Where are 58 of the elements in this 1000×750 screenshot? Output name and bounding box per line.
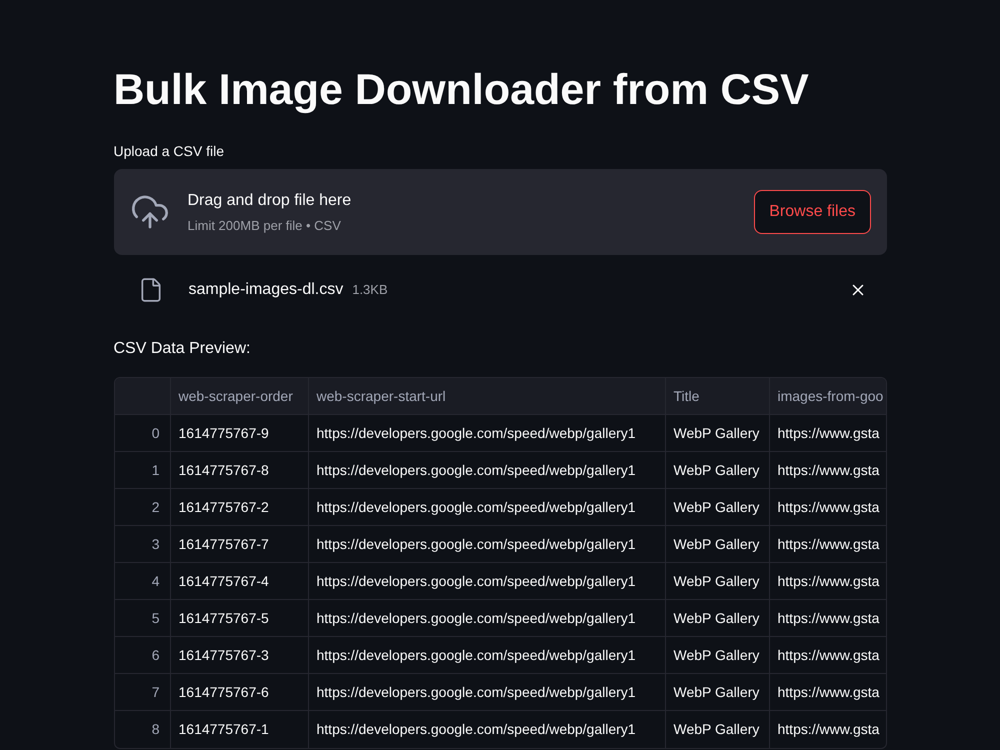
table-cell-text: https://www.gsta <box>776 646 880 665</box>
table-cell: WebP Gallery <box>666 563 770 599</box>
table-cell: 1614775767-9 <box>170 415 308 451</box>
row-index-cell: 3 <box>114 526 170 562</box>
table-cell: 1614775767-1 <box>170 711 308 748</box>
table-cell-text: https://www.gsta <box>776 534 880 554</box>
table-cell: https://developers.google.com/speed/webp/gallery1 <box>308 415 666 451</box>
table-cell: 1614775767-5 <box>170 600 308 636</box>
table-cell: 1614775767-2 <box>170 489 308 525</box>
table-cell: WebP Gallery <box>666 526 770 562</box>
row-index-cell: 1 <box>114 452 170 488</box>
dropzone-prompt: Drag and drop file here <box>188 191 352 211</box>
browse-files-button[interactable]: Browse files <box>754 190 870 234</box>
table-cell: WebP Gallery <box>666 452 770 488</box>
table-cell: WebP Gallery <box>666 415 770 451</box>
table-cell-text: https://www.gsta <box>776 498 880 517</box>
table-cell: https://developers.google.com/speed/webp/gallery1 <box>308 452 666 488</box>
table-cell: WebP Gallery <box>666 637 770 673</box>
row-index-cell: 7 <box>114 674 170 710</box>
table-cell: WebP Gallery <box>666 489 770 525</box>
row-index-cell: 0 <box>114 415 170 451</box>
preview-heading: CSV Data Preview: <box>114 339 250 359</box>
table-cell: WebP Gallery <box>666 674 770 710</box>
table-cell: WebP Gallery <box>666 600 770 636</box>
column-header[interactable]: images-from-goo <box>770 378 886 414</box>
table-cell-text: https://www.gsta <box>776 608 880 628</box>
row-index-cell: 4 <box>114 563 170 599</box>
table-cell-text: https://www.gsta <box>776 460 880 480</box>
file-dropzone[interactable]: Drag and drop file here Limit 200MB per file • CSV Browse files <box>114 169 886 255</box>
row-index-cell: 8 <box>114 711 170 748</box>
table-cell: https://developers.google.com/speed/webp/gallery1 <box>308 711 666 748</box>
uploader-label: Upload a CSV file <box>114 142 224 160</box>
table-cell-text: https://www.gsta <box>776 424 880 443</box>
table-cell: 1614775767-3 <box>170 637 308 673</box>
file-size: 1.3KB <box>352 281 388 300</box>
file-name: sample-images-dl.csv <box>188 280 344 300</box>
table-cell: 1614775767-8 <box>170 452 308 488</box>
column-header[interactable]: web-scraper-start-url <box>308 378 666 414</box>
dropzone-limit: Limit 200MB per file • CSV <box>188 217 341 234</box>
row-index-cell: 6 <box>114 637 170 673</box>
table-cell: 1614775767-4 <box>170 563 308 599</box>
table-cell-text: https://www.gsta <box>776 682 880 702</box>
table-cell: 1614775767-7 <box>170 526 308 562</box>
table-cell: https://developers.google.com/speed/webp/gallery1 <box>308 563 666 599</box>
table-cell: https://developers.google.com/speed/webp/gallery1 <box>308 489 666 525</box>
row-index-cell: 5 <box>114 600 170 636</box>
table-cell: WebP Gallery <box>666 711 770 748</box>
table-cell: https://developers.google.com/speed/webp/gallery1 <box>308 526 666 562</box>
table-cell: https://developers.google.com/speed/webp/gallery1 <box>308 637 666 673</box>
column-header[interactable]: web-scraper-order <box>170 378 308 414</box>
table-cell-text: https://www.gsta <box>776 572 880 591</box>
table-cell: https://developers.google.com/speed/webp/gallery1 <box>308 600 666 636</box>
row-index-cell: 2 <box>114 489 170 525</box>
table-cell: https://developers.google.com/speed/webp/gallery1 <box>308 674 666 710</box>
table-cell: 1614775767-6 <box>170 674 308 710</box>
page-title: Bulk Image Downloader from CSV <box>114 65 809 116</box>
table-cell-text: https://www.gsta <box>776 720 880 739</box>
column-header[interactable]: Title <box>666 378 770 414</box>
